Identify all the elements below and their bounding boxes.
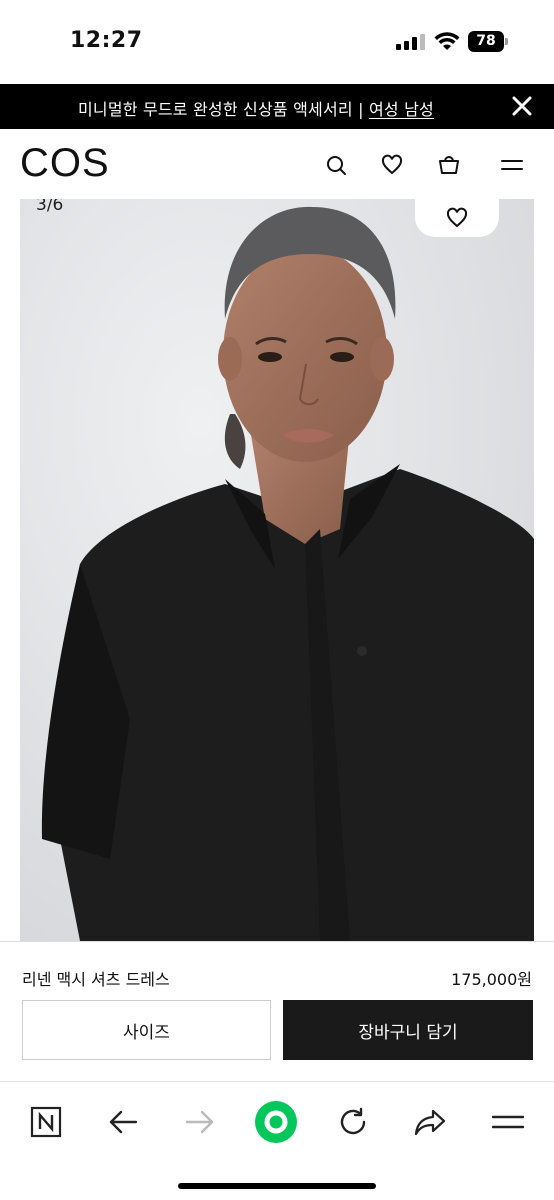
promo-message: 미니멀한 무드로 완성한 신상품 액세서리 | xyxy=(78,100,369,119)
product-price: 175,000원 xyxy=(451,970,532,989)
heart-icon[interactable] xyxy=(380,153,404,177)
forward-arrow-icon[interactable] xyxy=(178,1100,222,1144)
battery-tip xyxy=(505,38,508,45)
search-icon[interactable] xyxy=(324,153,348,177)
site-header: COS xyxy=(0,129,554,199)
green-home-icon[interactable] xyxy=(254,1100,298,1144)
heart-icon xyxy=(446,207,468,228)
product-image-gallery[interactable]: 3/6 xyxy=(20,199,534,941)
cos-logo[interactable]: COS xyxy=(20,141,110,186)
back-arrow-icon[interactable] xyxy=(101,1100,145,1144)
promo-link[interactable]: 여성 남성 xyxy=(369,100,434,119)
product-bar: 리넨 맥시 셔츠 드레스 175,000원 사이즈 장바구니 담기 xyxy=(0,941,554,1081)
share-icon[interactable] xyxy=(408,1100,452,1144)
shopping-bag-icon[interactable] xyxy=(437,153,461,177)
refresh-icon[interactable] xyxy=(331,1100,375,1144)
naver-n-icon[interactable] xyxy=(24,1100,68,1144)
menu-icon[interactable] xyxy=(486,1100,530,1144)
close-icon[interactable] xyxy=(510,94,534,118)
promo-banner: 미니멀한 무드로 완성한 신상품 액세서리 | 여성 남성 xyxy=(0,84,554,129)
hamburger-menu-icon[interactable] xyxy=(500,153,524,177)
battery-indicator: 78 xyxy=(468,31,508,52)
status-time: 12:27 xyxy=(70,28,143,53)
status-bar: 12:27 78 xyxy=(0,0,554,84)
battery-level: 78 xyxy=(468,31,504,52)
wishlist-button[interactable] xyxy=(415,199,499,237)
size-select-button[interactable]: 사이즈 xyxy=(22,1000,271,1060)
product-name: 리넨 맥시 셔츠 드레스 xyxy=(22,970,170,989)
cellular-signal-icon xyxy=(396,34,425,50)
product-photo xyxy=(20,199,534,941)
add-to-cart-button[interactable]: 장바구니 담기 xyxy=(283,1000,533,1060)
browser-toolbar xyxy=(0,1081,554,1200)
image-counter: 3/6 xyxy=(36,199,64,215)
wifi-icon xyxy=(434,32,460,50)
promo-text: 미니멀한 무드로 완성한 신상품 액세서리 | 여성 남성 xyxy=(78,96,434,120)
home-indicator[interactable] xyxy=(178,1183,376,1189)
